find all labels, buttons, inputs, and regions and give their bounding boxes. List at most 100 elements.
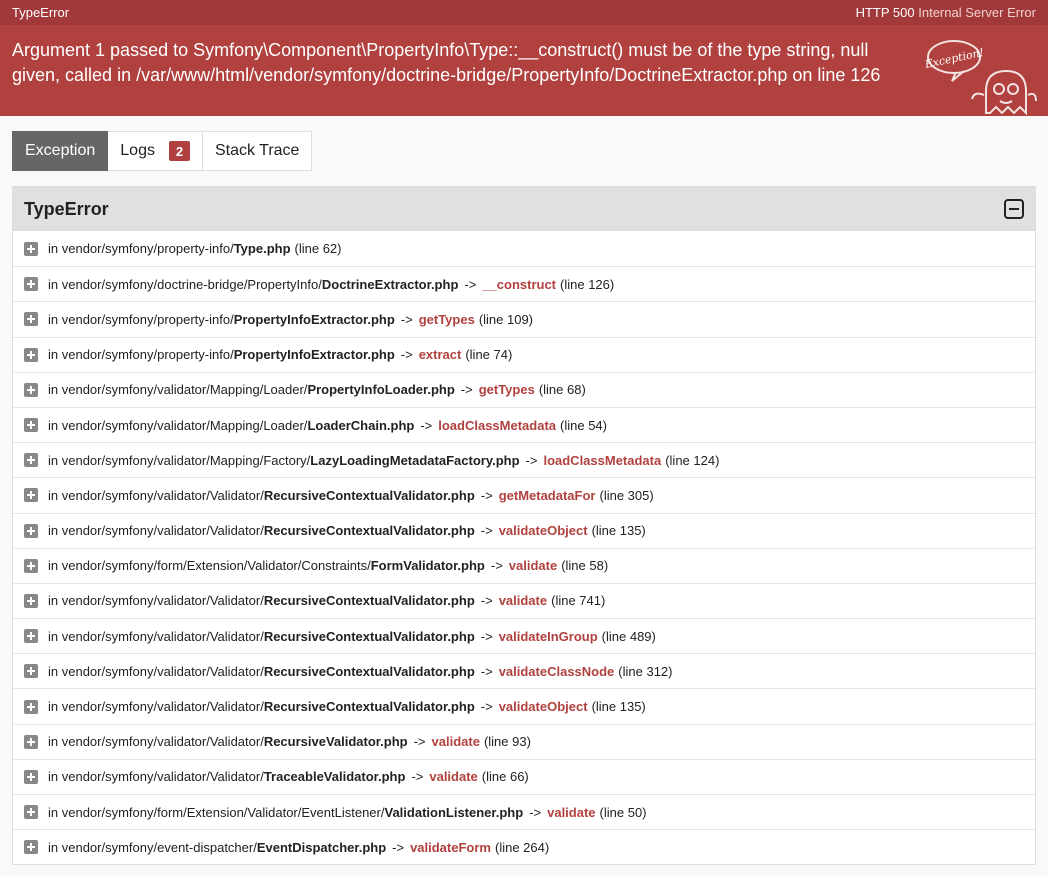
plus-square-icon[interactable]	[24, 523, 38, 538]
trace-line: (line 489)	[601, 628, 656, 644]
tab-exception[interactable]: Exception	[12, 131, 109, 171]
trace-file: Type.php	[233, 241, 291, 257]
trace-file: RecursiveContextualValidator.php	[263, 663, 475, 679]
illustration-text: Exception!	[926, 46, 985, 71]
trace-path: in vendor/symfony/validator/Validator/	[48, 593, 264, 609]
plus-square-icon[interactable]	[24, 241, 38, 256]
plus-square-icon[interactable]	[24, 664, 38, 679]
trace-row[interactable]: in vendor/symfony/property-info/Property…	[13, 301, 1035, 336]
trace-line: (line 741)	[551, 593, 606, 609]
minus-square-icon[interactable]	[1004, 199, 1024, 219]
trace-path: in vendor/symfony/validator/Validator/	[48, 699, 264, 715]
plus-square-icon[interactable]	[24, 840, 38, 855]
call-arrow: ->	[480, 487, 493, 503]
trace-row[interactable]: in vendor/symfony/validator/Mapping/Fact…	[13, 442, 1035, 477]
plus-square-icon[interactable]	[24, 769, 38, 784]
trace-line: (line 312)	[618, 663, 673, 679]
trace-function: validate	[508, 558, 558, 574]
trace-file: ValidationListener.php	[384, 804, 524, 820]
trace-list: in vendor/symfony/property-info/Type.php…	[13, 231, 1035, 864]
trace-line: (line 135)	[591, 523, 646, 539]
trace-row[interactable]: in vendor/symfony/validator/Validator/Re…	[13, 688, 1035, 723]
trace-function: getTypes	[478, 382, 535, 398]
call-arrow: ->	[480, 699, 493, 715]
trace-file: DoctrineExtractor.php	[321, 276, 459, 292]
tab-exception-label: Exception	[25, 142, 96, 159]
trace-row[interactable]: in vendor/symfony/validator/Validator/Tr…	[13, 758, 1035, 794]
exception-header: Argument 1 passed to Symfony\Component\P…	[0, 25, 1048, 116]
trace-function: getMetadataFor	[498, 487, 596, 503]
trace-row[interactable]: in vendor/symfony/validator/Validator/Re…	[13, 723, 1035, 759]
trace-row[interactable]: in vendor/symfony/validator/Validator/Re…	[13, 653, 1035, 688]
trace-path: in vendor/symfony/validator/Validator/	[48, 628, 264, 644]
plus-square-icon[interactable]	[24, 312, 38, 327]
trace-file: RecursiveValidator.php	[263, 734, 408, 750]
trace-path: in vendor/symfony/property-info/	[48, 311, 234, 327]
trace-file: PropertyInfoExtractor.php	[233, 311, 395, 327]
plus-square-icon[interactable]	[24, 629, 38, 644]
trace-file: LoaderChain.php	[307, 417, 415, 433]
trace-file: LazyLoadingMetadataFactory.php	[310, 452, 520, 468]
trace-row[interactable]: in vendor/symfony/form/Extension/Validat…	[13, 547, 1035, 583]
trace-path: in vendor/symfony/validator/Mapping/Load…	[48, 382, 308, 398]
trace-line: (line 135)	[591, 699, 646, 715]
trace-row[interactable]: in vendor/symfony/validator/Validator/Re…	[13, 618, 1035, 653]
trace-file: TraceableValidator.php	[263, 769, 406, 785]
trace-file: FormValidator.php	[370, 558, 485, 574]
plus-square-icon[interactable]	[24, 593, 38, 608]
call-arrow: ->	[420, 417, 433, 433]
trace-line: (line 109)	[478, 311, 534, 327]
tab-stack-trace[interactable]: Stack Trace	[202, 131, 313, 171]
tab-logs-label: Logs	[120, 142, 155, 159]
trace-row[interactable]: in vendor/symfony/validator/Validator/Re…	[13, 582, 1035, 618]
plus-square-icon[interactable]	[24, 277, 38, 292]
trace-row[interactable]: in vendor/symfony/property-info/Property…	[13, 336, 1035, 372]
trace-path: in vendor/symfony/validator/Validator/	[48, 487, 264, 503]
trace-function: validate	[429, 769, 478, 785]
plus-square-icon[interactable]	[24, 699, 38, 714]
call-arrow: ->	[480, 663, 493, 679]
trace-row[interactable]: in vendor/symfony/event-dispatcher/Event…	[13, 829, 1035, 864]
trace-path: in vendor/symfony/event-dispatcher/	[48, 839, 257, 855]
plus-square-icon[interactable]	[24, 558, 38, 573]
trace-row[interactable]: in vendor/symfony/form/Extension/Validat…	[13, 794, 1035, 829]
trace-function: validateObject	[498, 523, 588, 539]
trace-row[interactable]: in vendor/symfony/property-info/Type.php…	[13, 231, 1035, 266]
trace-file: PropertyInfoExtractor.php	[233, 347, 395, 363]
call-arrow: ->	[480, 628, 493, 644]
http-status: HTTP 500 Internal Server Error	[856, 5, 1036, 20]
call-arrow: ->	[400, 311, 413, 327]
trace-path: in vendor/symfony/doctrine-bridge/Proper…	[48, 276, 322, 292]
trace-row[interactable]: in vendor/symfony/validator/Mapping/Load…	[13, 371, 1035, 407]
plus-square-icon[interactable]	[24, 805, 38, 820]
trace-path: in vendor/symfony/validator/Mapping/Load…	[48, 417, 308, 433]
plus-square-icon[interactable]	[24, 453, 38, 468]
trace-row[interactable]: in vendor/symfony/validator/Mapping/Load…	[13, 406, 1035, 442]
trace-function: validateClassNode	[498, 663, 615, 679]
trace-row[interactable]: in vendor/symfony/doctrine-bridge/Proper…	[13, 266, 1035, 301]
plus-square-icon[interactable]	[24, 382, 38, 397]
trace-function: loadClassMetadata	[438, 417, 557, 433]
trace-line: (line 68)	[538, 382, 586, 398]
trace-file: PropertyInfoLoader.php	[307, 382, 455, 398]
trace-row[interactable]: in vendor/symfony/validator/Validator/Re…	[13, 512, 1035, 548]
trace-path: in vendor/symfony/validator/Validator/	[48, 523, 264, 539]
trace-line: (line 264)	[494, 839, 550, 855]
trace-row[interactable]: in vendor/symfony/validator/Validator/Re…	[13, 477, 1035, 512]
tab-bar: Exception Logs 2 Stack Trace	[12, 131, 1036, 171]
trace-path: in vendor/symfony/property-info/	[48, 241, 234, 257]
call-arrow: ->	[411, 769, 424, 785]
trace-file: EventDispatcher.php	[256, 839, 387, 855]
trace-file: RecursiveContextualValidator.php	[263, 699, 475, 715]
logs-count-badge: 2	[168, 141, 190, 161]
plus-square-icon[interactable]	[24, 418, 38, 433]
plus-square-icon[interactable]	[24, 488, 38, 503]
exception-panel: TypeError in vendor/symfony/property-inf…	[12, 186, 1036, 866]
tab-logs[interactable]: Logs 2	[108, 131, 203, 171]
trace-file: RecursiveContextualValidator.php	[263, 628, 475, 644]
trace-file: RecursiveContextualValidator.php	[263, 523, 475, 539]
plus-square-icon[interactable]	[24, 734, 38, 749]
plus-square-icon[interactable]	[24, 347, 38, 362]
trace-function: validate	[547, 804, 596, 820]
call-arrow: ->	[529, 804, 542, 820]
